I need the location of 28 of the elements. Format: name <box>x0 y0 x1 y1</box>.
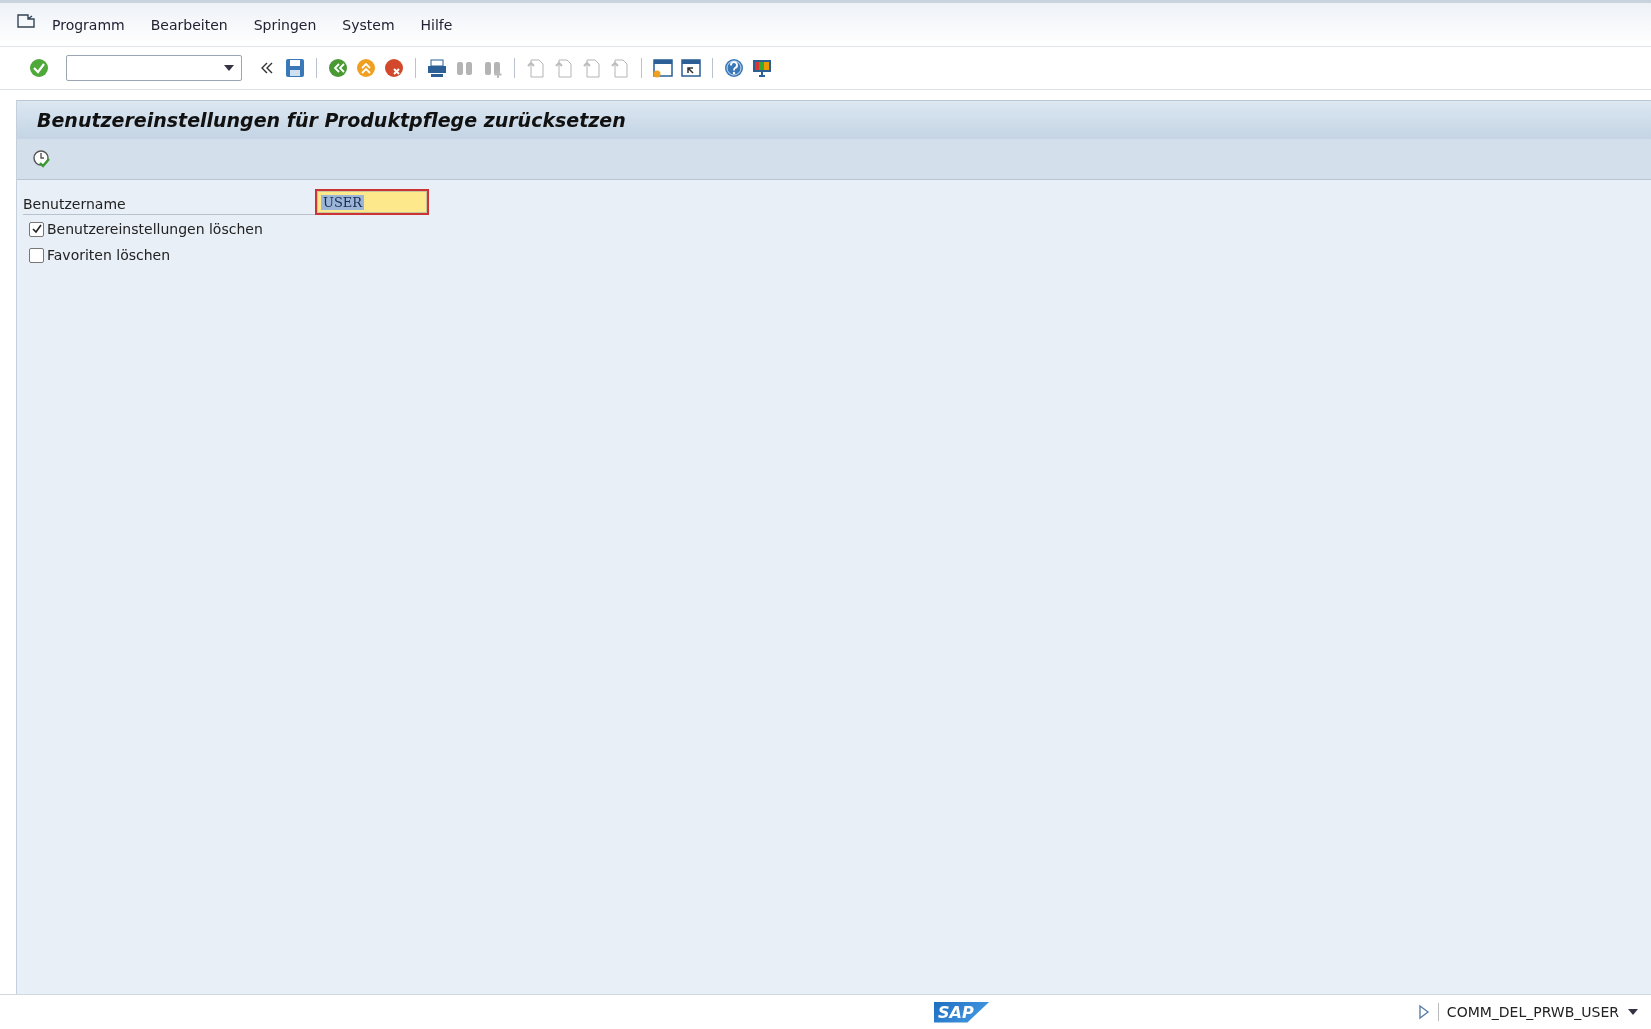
new-window-icon[interactable] <box>652 57 674 79</box>
screen-title: Benutzereinstellungen für Produktpflege zurücksetzen <box>37 109 626 131</box>
checkbox[interactable] <box>29 221 44 237</box>
cancel-icon[interactable] <box>383 57 405 79</box>
window-shortcut-icon[interactable] <box>680 57 702 79</box>
sap-logo: SAP <box>934 1001 990 1023</box>
checkbox-label: Favoriten löschen <box>47 247 171 263</box>
back-icon[interactable] <box>327 57 349 79</box>
checkbox[interactable] <box>29 247 44 263</box>
transaction-code: COMM_DEL_PRWB_USER <box>1446 1004 1619 1020</box>
command-field[interactable] <box>66 55 242 81</box>
check-icon[interactable] <box>28 57 50 79</box>
dropdown-icon[interactable] <box>223 64 235 72</box>
menu-item[interactable]: Bearbeiten <box>150 16 228 33</box>
print-icon[interactable] <box>426 57 448 79</box>
play-icon[interactable] <box>1417 1004 1430 1020</box>
help-icon[interactable] <box>723 57 745 79</box>
monitor-icon[interactable] <box>751 57 773 79</box>
menu-item[interactable]: Hilfe <box>420 16 453 33</box>
menu-item[interactable]: Springen <box>253 16 317 33</box>
checkbox-label: Benutzereinstellungen löschen <box>47 221 263 237</box>
dropdown-icon[interactable] <box>1627 1008 1639 1016</box>
execute-icon[interactable] <box>31 148 53 170</box>
save-icon[interactable] <box>284 57 306 79</box>
menu-item[interactable]: System <box>342 16 395 33</box>
menu-icon[interactable] <box>16 12 36 29</box>
menu-item[interactable]: Programm <box>52 16 125 33</box>
username-field[interactable]: USER <box>317 191 427 213</box>
